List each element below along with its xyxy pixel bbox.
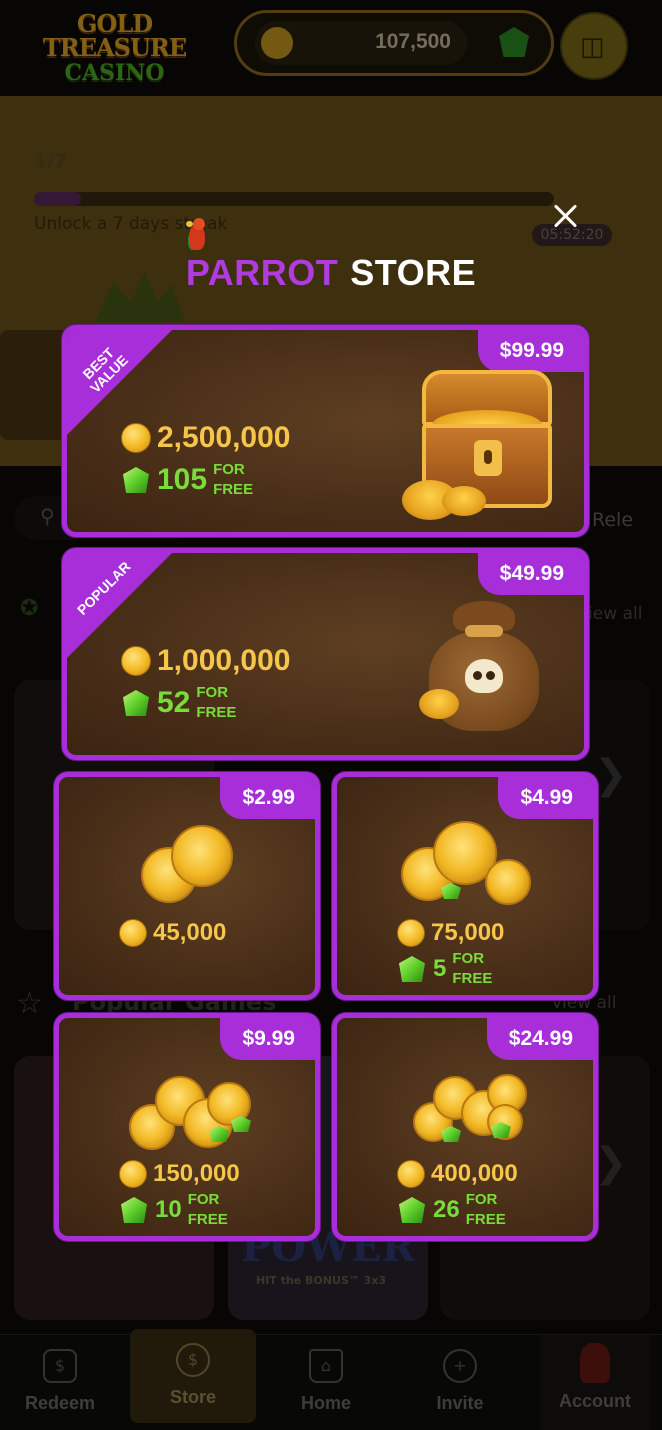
package-card[interactable]: $4.99 75,000 5 FOR FREE <box>332 772 598 1000</box>
gem-bonus: 5 FOR FREE <box>399 949 492 989</box>
coin-amount: 2,500,000 <box>121 421 290 455</box>
gem-bonus: 26 FOR FREE <box>399 1190 506 1230</box>
package-card[interactable]: $9.99 150,000 10 FOR FREE <box>54 1013 320 1241</box>
price-tag: $24.99 <box>486 1018 593 1060</box>
package-card-best-value[interactable]: BEST VALUE $99.99 2,500,000 105 FOR FREE <box>62 325 589 537</box>
coin-pile-icon <box>419 689 459 719</box>
coin-icon <box>119 1160 147 1188</box>
gem-bonus: 105 FOR FREE <box>123 460 253 500</box>
store-title-store: STORE <box>350 252 477 293</box>
coin-icon <box>121 423 151 453</box>
coin-amount: 75,000 <box>397 919 504 947</box>
store-title: PARROT STORE <box>0 252 662 294</box>
for-free-label: FOR FREE <box>465 1191 506 1228</box>
gem-icon <box>399 956 425 982</box>
package-card[interactable]: $24.99 400,000 26 FOR FREE <box>332 1013 598 1241</box>
gem-bonus: 52 FOR FREE <box>123 683 236 723</box>
store-title-parrot: PARROT <box>185 252 339 293</box>
gem-icon <box>123 690 149 716</box>
for-free-label: FOR FREE <box>187 1191 228 1228</box>
coin-amount: 1,000,000 <box>121 644 290 678</box>
gem-icon <box>123 467 149 493</box>
coin-amount: 150,000 <box>119 1160 240 1188</box>
coin-icon <box>397 1160 425 1188</box>
coin-stack-icon <box>171 825 233 887</box>
price-tag: $9.99 <box>220 1018 315 1060</box>
coin-icon <box>397 919 425 947</box>
gem-icon <box>399 1197 425 1223</box>
coin-amount: 45,000 <box>119 919 226 947</box>
coin-pile-icon <box>442 486 486 516</box>
gem-bonus: 10 FOR FREE <box>121 1190 228 1230</box>
app-root: { "header": { "logo_line1": "GOLD TREASU… <box>0 0 662 1430</box>
for-free-label: FOR FREE <box>452 950 493 987</box>
gem-icon <box>121 1197 147 1223</box>
coin-stack-icon <box>485 859 531 905</box>
for-free-label: FOR FREE <box>213 461 254 498</box>
price-tag: $99.99 <box>477 330 584 372</box>
package-card-popular[interactable]: POPULAR $49.99 1,000,000 52 FOR FREE <box>62 548 589 760</box>
price-tag: $2.99 <box>220 777 315 819</box>
close-button[interactable] <box>548 198 584 234</box>
coin-icon <box>121 646 151 676</box>
coin-icon <box>119 919 147 947</box>
price-tag: $49.99 <box>477 553 584 595</box>
coin-amount: 400,000 <box>397 1160 518 1188</box>
for-free-label: FOR FREE <box>196 684 237 721</box>
package-card[interactable]: $2.99 45,000 <box>54 772 320 1000</box>
price-tag: $4.99 <box>498 777 593 819</box>
